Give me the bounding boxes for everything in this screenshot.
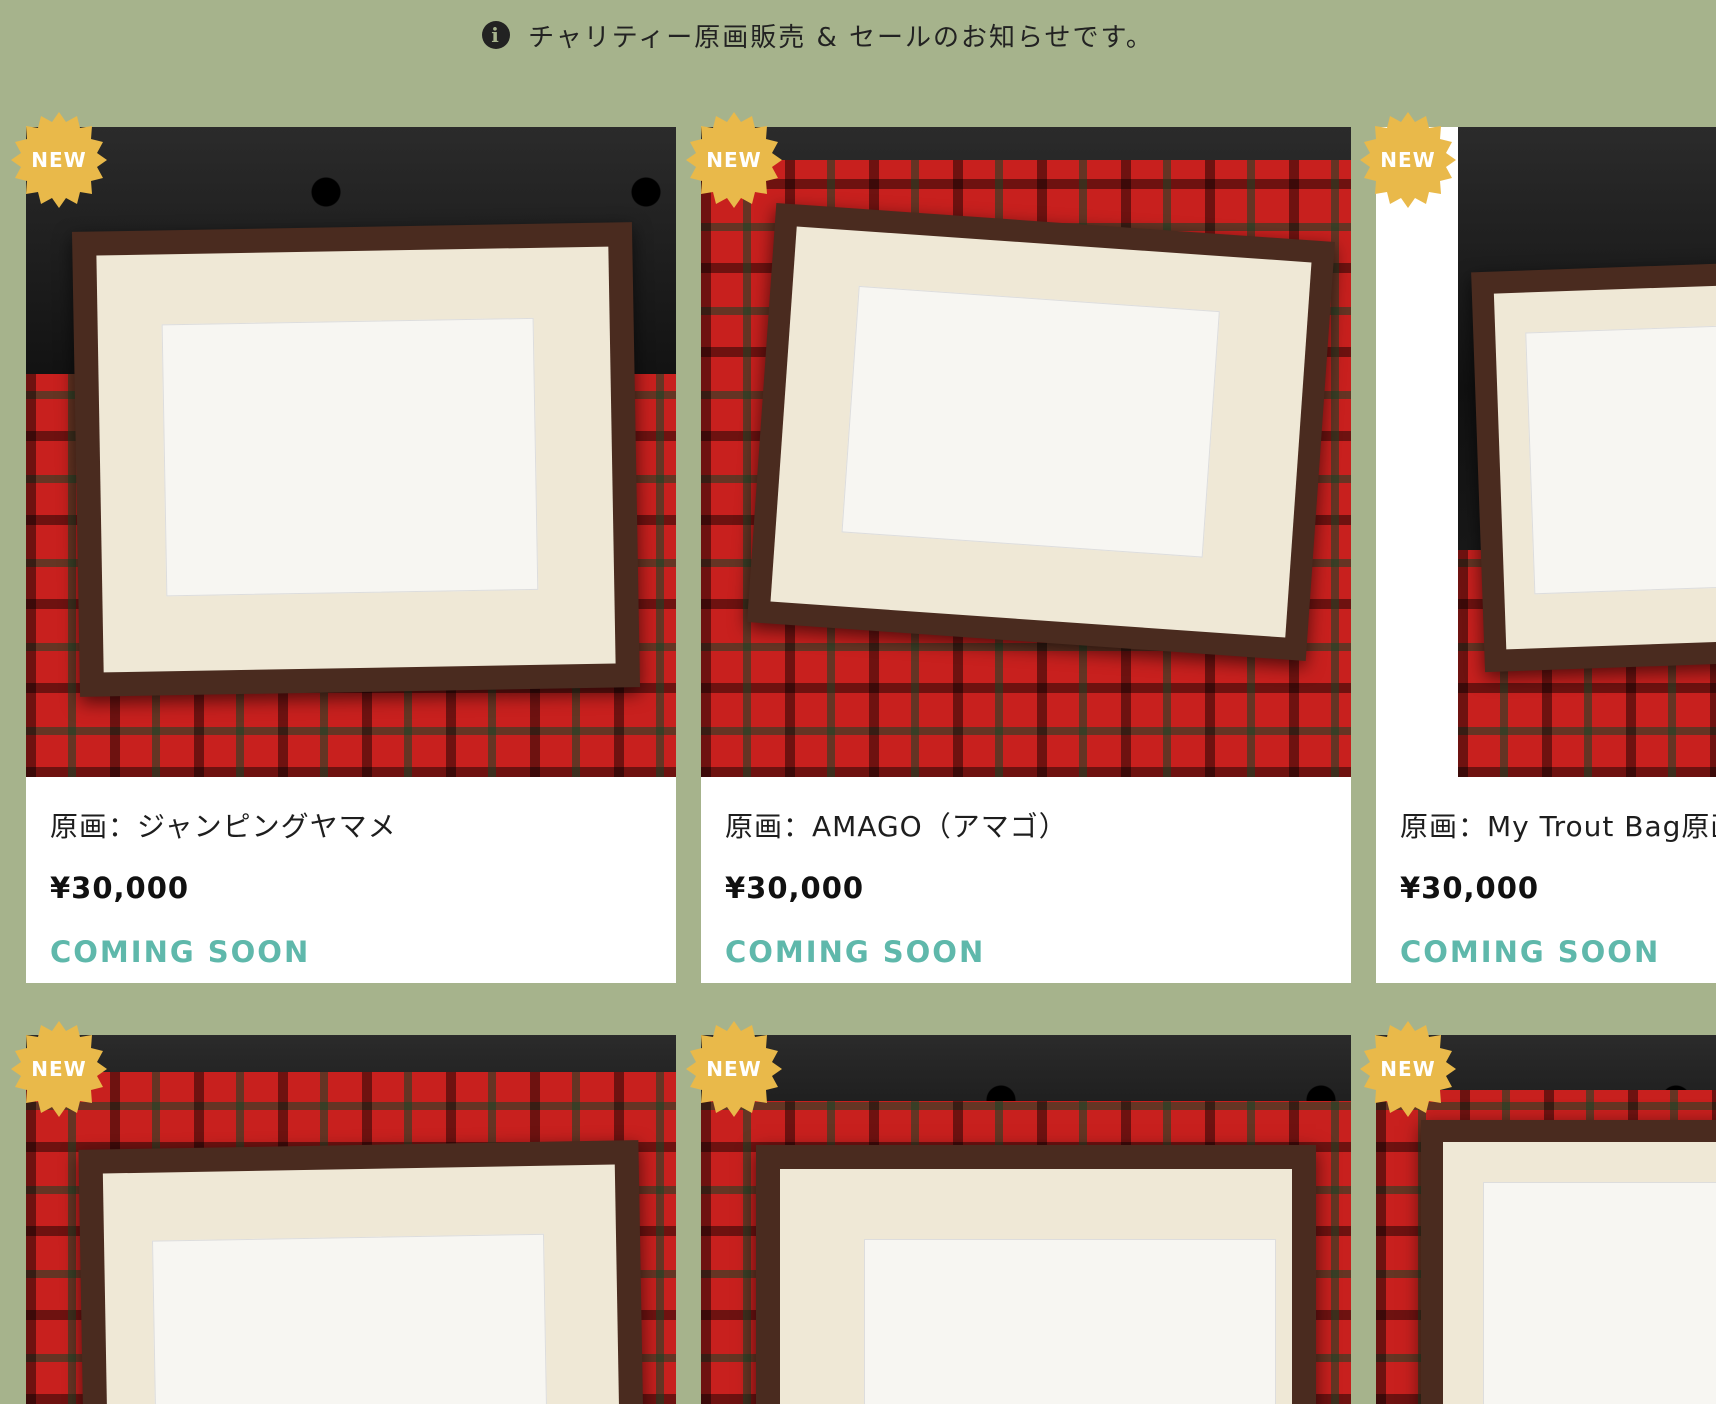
- product-card[interactable]: 原画：AMAGO（アマゴ） ¥30,000 COMING SOON: [701, 127, 1351, 983]
- product-title[interactable]: 原画：My Trout Bag原画: [1400, 805, 1716, 845]
- product-price: ¥30,000: [1400, 871, 1540, 905]
- product-image[interactable]: [701, 127, 1351, 777]
- new-badge: NEW: [1360, 112, 1456, 208]
- product-image[interactable]: [1376, 127, 1716, 777]
- product-card[interactable]: 原画：My Trout Bag原画 ¥30,000 COMING SOON: [1376, 127, 1716, 983]
- product-title[interactable]: 原画：AMAGO（アマゴ）: [725, 805, 1327, 845]
- new-badge: NEW: [1360, 1021, 1456, 1117]
- product-image[interactable]: [701, 1035, 1351, 1404]
- new-badge: NEW: [11, 112, 107, 208]
- product-image[interactable]: [26, 1035, 676, 1404]
- product-price: ¥30,000: [50, 871, 190, 905]
- announcement-bar[interactable]: i チャリティー原画販売 & セールのお知らせです。: [0, 0, 1716, 70]
- coming-soon-label: COMING SOON: [1400, 935, 1661, 969]
- new-badge: NEW: [11, 1021, 107, 1117]
- product-image[interactable]: [26, 127, 676, 777]
- new-badge: NEW: [686, 112, 782, 208]
- product-title[interactable]: 原画：ジャンピングヤマメ: [50, 805, 652, 845]
- product-card[interactable]: 原画：ジャンピングヤマメ ¥30,000 COMING SOON: [26, 127, 676, 983]
- coming-soon-label: COMING SOON: [50, 935, 311, 969]
- product-card[interactable]: [26, 1035, 676, 1404]
- product-card[interactable]: [701, 1035, 1351, 1404]
- info-icon: i: [482, 21, 511, 49]
- product-price: ¥30,000: [725, 871, 865, 905]
- new-badge: NEW: [686, 1021, 782, 1117]
- announcement-text: チャリティー原画販売 & セールのお知らせです。: [528, 22, 1154, 53]
- coming-soon-label: COMING SOON: [725, 935, 986, 969]
